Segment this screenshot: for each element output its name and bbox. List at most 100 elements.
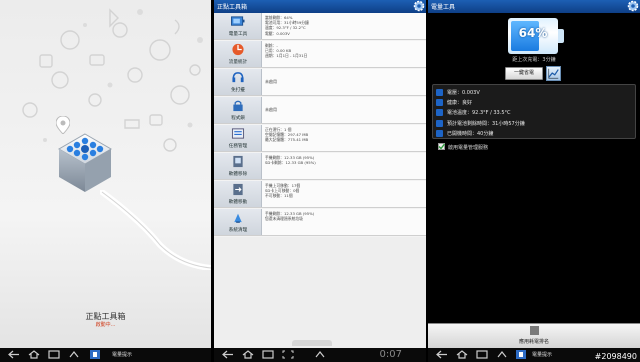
battery-titlebar: 電量工具 [428, 0, 640, 13]
battery-stat-text: 預計電池剩餘時間：31小時57分鐘 [447, 120, 525, 127]
back-icon[interactable] [436, 350, 448, 359]
home-icon[interactable] [242, 350, 254, 359]
toolbox-row[interactable]: 免打擾 未啟用 [214, 69, 426, 96]
splash-loading-text: 啟動中... [95, 322, 116, 328]
toolbox-row-button[interactable]: 電量工具 [214, 13, 262, 39]
app-usage-ranking-button[interactable]: 應用耗電排名 [428, 323, 640, 348]
status-clock: 0:07 [379, 349, 402, 360]
battery-title: 電量工具 [431, 4, 456, 11]
toolbox-row-info: 手機上可移動：17個 SD卡上可移動：0個 不可移動：11個 [265, 183, 423, 199]
menu-up-icon[interactable] [68, 350, 80, 359]
battery-stat-text: 電壓：0.003V [447, 90, 480, 96]
toolbox-row-label: 任務管理 [228, 144, 248, 149]
splash-screen: 正點工具箱 啟動中... 電量提示 [0, 0, 211, 362]
toolbox-row-label: 免打擾 [231, 88, 245, 93]
toolbox-row-button[interactable]: 程式鎖 [214, 97, 262, 123]
traffic-icon [232, 43, 244, 56]
toolbox-row-info: 未啟用 [265, 99, 423, 112]
toolbox-row-label: 軟體移除 [228, 172, 248, 177]
toolbox-row-label: 程式鎖 [231, 116, 245, 121]
toolbox-row-info: 當前剩餘：64% 電池可用：31小時59分鐘 溫度：92.3°F / 32.2°C 電… [265, 15, 423, 36]
one-key-save-button[interactable]: 一鍵省電 [505, 67, 543, 80]
back-icon[interactable] [8, 350, 20, 359]
toolbox-row[interactable]: 電量工具 當前剩餘：64% 電池可用：31小時59分鐘 溫度：92.3°F / 32.… [214, 13, 426, 40]
notification-text: 電量提示 [112, 352, 133, 358]
toolbox-row-button[interactable]: 免打擾 [214, 69, 262, 95]
toolbox-row[interactable]: 軟體移動 手機上可移動：17個 SD卡上可移動：0個 不可移動：11個 [214, 181, 426, 208]
battery-stat-text: 電池溫度：92.3°F / 33.5°C [447, 110, 511, 117]
toolbox-row-button[interactable]: 流量統計 [214, 41, 262, 67]
lock-icon [233, 100, 243, 112]
menu-up-icon[interactable] [496, 350, 508, 359]
app-logo-icon [57, 133, 113, 192]
clock-icon [436, 119, 443, 127]
temperature-icon [436, 109, 443, 117]
toolbox-row[interactable]: 任務管理 正在運行：1 個空閒記憶體：297.47 MB 最大記憶體：775.41 … [214, 125, 426, 152]
ranking-icon [530, 326, 539, 335]
toolbox-row[interactable]: 系統清理 手機剩餘：12.33 GB (95%) 您還未清理過系統垃圾 [214, 209, 426, 236]
task-icon [231, 128, 245, 139]
toolbox-row[interactable]: 程式鎖 未啟用 [214, 97, 426, 124]
power-icon [436, 129, 443, 137]
battery-stats-panel: 電壓：0.003V 健康：良好電池溫度：92.3°F / 33.5°C 預計電池剩餘… [432, 84, 636, 139]
toolbox-row[interactable]: 流量統計 剩餘：- 已用：0.00 KB 週期：1月1日 - 1月31日 [214, 41, 426, 68]
toolbox-row-detail: 未啟用 [265, 79, 277, 84]
toolbox-title: 正點工具箱 [217, 4, 248, 11]
toolbox-row-label: 流量統計 [228, 60, 248, 65]
recent-apps-icon[interactable] [48, 350, 60, 359]
toolbox-row-info: 正在運行：1 個空閒記憶體：297.47 MB 最大記憶體：775.41 MB [265, 127, 423, 143]
system-navbar: 電量提示 [0, 348, 211, 362]
battery-stat-row: 預計電池剩餘時間：31小時57分鐘 [436, 119, 634, 129]
notification-app-icon [516, 350, 526, 359]
drawer-handle[interactable] [292, 340, 332, 346]
uninstall-icon [233, 155, 243, 168]
battery-stat-row: 電池溫度：92.3°F / 33.5°C [436, 108, 634, 118]
back-icon[interactable] [222, 350, 234, 359]
move-icon [233, 183, 243, 196]
notification-app-icon [90, 350, 100, 359]
toolbox-row-detail: 您還未清理過系統垃圾 [265, 216, 303, 222]
toolbox-row-detail: 不可移動：11個 [265, 193, 293, 199]
toolbox-row-label: 軟體移動 [228, 200, 248, 205]
clean-icon [234, 213, 242, 223]
battery-graph-button[interactable] [546, 66, 561, 81]
recent-apps-icon[interactable] [262, 350, 274, 359]
toolbox-row-detail: 週期：1月1日 - 1月31日 [265, 53, 308, 59]
battery-icon [231, 16, 245, 26]
toolbox-row-button[interactable]: 系統清理 [214, 209, 262, 235]
battery-stat-text: 已開機時間：40分鐘 [447, 130, 494, 137]
battery-stat-row: 電壓：0.003V [436, 88, 634, 98]
empty-area [214, 237, 426, 348]
toolbox-row-detail: SD卡剩餘：12.33 GB (95%) [265, 160, 316, 166]
battery-stat-row: 健康：良好 [436, 98, 634, 108]
battery-screen: 電量工具 64% 距上次充電：3分鐘 一鍵省電 電壓：0.003V 健康：良好電池… [428, 0, 640, 362]
toolbox-row-info: 手機剩餘：12.33 GB (95%) 您還未清理過系統垃圾 [265, 211, 423, 221]
battery-gauge: 64% [508, 18, 564, 54]
battery-percent: 64% [518, 26, 548, 40]
settings-gear-icon[interactable] [627, 0, 639, 12]
since-last-charge: 距上次充電：3分鐘 [512, 57, 556, 63]
toolbox-row-button[interactable]: 軟體移除 [214, 153, 262, 179]
battery-tip [558, 29, 564, 43]
health-icon [436, 99, 443, 107]
manage-service-checkbox[interactable] [438, 143, 445, 150]
toolbox-row-button[interactable]: 軟體移動 [214, 181, 262, 207]
toolbox-row[interactable]: 軟體移除 手機剩餘：12.33 GB (95%) SD卡剩餘：12.33 GB (9… [214, 153, 426, 180]
system-navbar: 0:07 [214, 348, 426, 362]
toolbox-row-info: 剩餘：- 已用：0.00 KB 週期：1月1日 - 1月31日 [265, 43, 423, 59]
screenshot-icon[interactable] [282, 350, 294, 359]
light-trail [100, 190, 211, 270]
settings-gear-icon[interactable] [413, 0, 425, 12]
home-icon[interactable] [456, 350, 468, 359]
toolbox-titlebar: 正點工具箱 [214, 0, 426, 13]
toolbox-row-button[interactable]: 任務管理 [214, 125, 262, 151]
home-icon[interactable] [28, 350, 40, 359]
toolbox-row-detail: 最大記憶體：775.41 MB [265, 137, 309, 143]
recent-apps-icon[interactable] [476, 350, 488, 359]
menu-up-icon[interactable] [314, 350, 326, 359]
voltage-icon [436, 89, 443, 96]
toolbox-row-detail: 未啟用 [265, 107, 277, 112]
headset-icon [232, 72, 244, 83]
toolbox-screen: 正點工具箱 電量工具 當前剩餘：64% 電池可用：31小時59分鐘 溫度：92.3°F… [214, 0, 426, 362]
check-icon [438, 143, 445, 150]
